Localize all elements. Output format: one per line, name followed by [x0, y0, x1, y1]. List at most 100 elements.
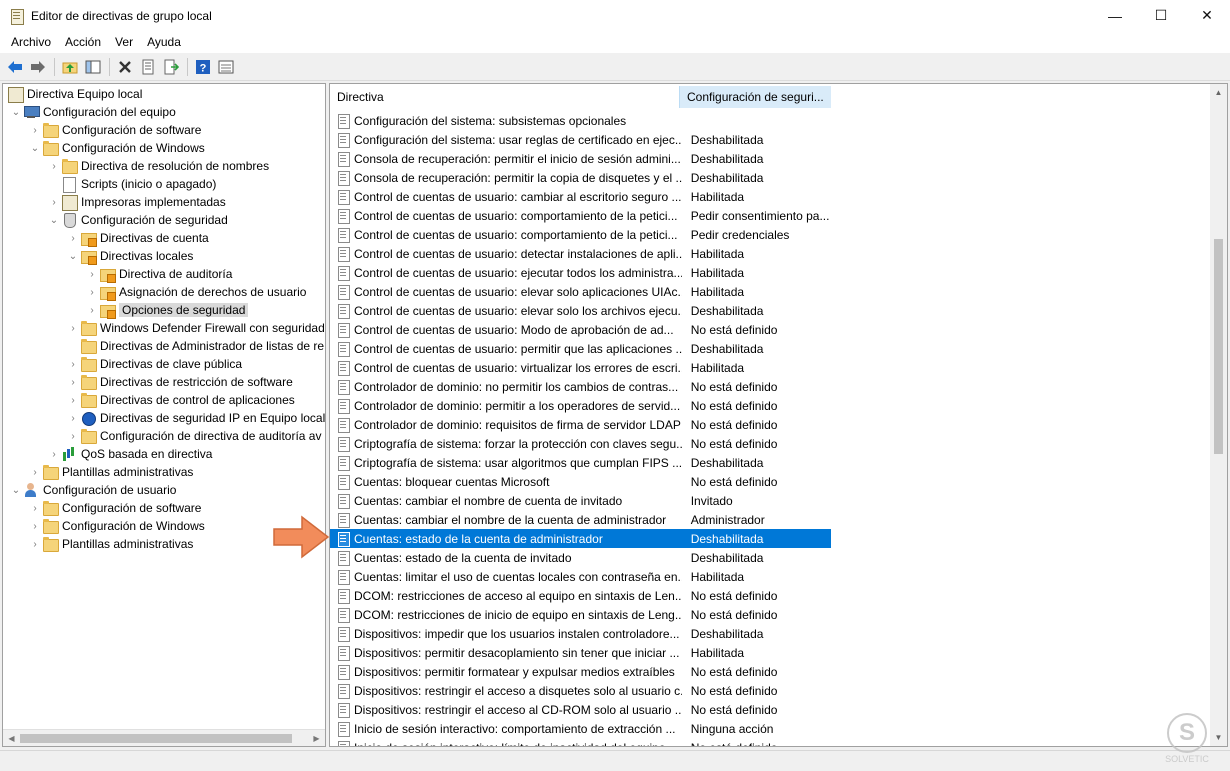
- tree-node[interactable]: Directivas de Administrador de listas de…: [66, 337, 324, 355]
- chevron-right-icon[interactable]: ›: [85, 283, 99, 301]
- menu-ver[interactable]: Ver: [108, 35, 140, 49]
- tree-node[interactable]: ⌄ Configuración de usuario: [9, 481, 176, 499]
- maximize-button[interactable]: ☐: [1138, 0, 1184, 31]
- policy-row[interactable]: Control de cuentas de usuario: Modo de a…: [330, 320, 831, 339]
- list-scroll-thumb[interactable]: [1214, 239, 1223, 454]
- policy-row[interactable]: Consola de recuperación: permitir la cop…: [330, 168, 831, 187]
- filter-button[interactable]: [215, 56, 237, 78]
- export-list-button[interactable]: [160, 56, 182, 78]
- policy-row[interactable]: DCOM: restricciones de acceso al equipo …: [330, 586, 831, 605]
- policy-row[interactable]: Control de cuentas de usuario: comportam…: [330, 225, 831, 244]
- policy-row[interactable]: Controlador de dominio: requisitos de fi…: [330, 415, 831, 434]
- chevron-right-icon[interactable]: ›: [28, 463, 42, 481]
- policy-row[interactable]: Consola de recuperación: permitir el ini…: [330, 149, 831, 168]
- tree-node[interactable]: › Configuración de Windows: [28, 517, 205, 535]
- properties-button[interactable]: [137, 56, 159, 78]
- tree-node[interactable]: Scripts (inicio o apagado): [47, 175, 216, 193]
- policy-row[interactable]: Control de cuentas de usuario: permitir …: [330, 339, 831, 358]
- policy-row[interactable]: Control de cuentas de usuario: detectar …: [330, 244, 831, 263]
- chevron-right-icon[interactable]: ›: [66, 391, 80, 409]
- policy-row[interactable]: Criptografía de sistema: forzar la prote…: [330, 434, 831, 453]
- menu-accion[interactable]: Acción: [58, 35, 108, 49]
- policy-row[interactable]: Inicio de sesión interactivo: límite de …: [330, 738, 831, 746]
- tree-node[interactable]: › Windows Defender Firewall con seguridad: [66, 319, 325, 337]
- chevron-right-icon[interactable]: ›: [66, 409, 80, 427]
- delete-button[interactable]: [114, 56, 136, 78]
- chevron-right-icon[interactable]: ›: [66, 229, 80, 247]
- chevron-right-icon[interactable]: ›: [28, 517, 42, 535]
- policy-row[interactable]: Control de cuentas de usuario: comportam…: [330, 206, 831, 225]
- close-button[interactable]: ✕: [1184, 0, 1230, 31]
- policy-row[interactable]: Control de cuentas de usuario: virtualiz…: [330, 358, 831, 377]
- forward-button[interactable]: [27, 56, 49, 78]
- column-header-policy[interactable]: Directiva: [330, 86, 678, 108]
- tree-node[interactable]: › Directivas de control de aplicaciones: [66, 391, 295, 409]
- tree-horizontal-scrollbar[interactable]: ◀ ▶: [3, 729, 325, 746]
- chevron-right-icon[interactable]: ›: [28, 499, 42, 517]
- chevron-down-icon[interactable]: ⌄: [28, 139, 42, 157]
- policy-row[interactable]: Control de cuentas de usuario: cambiar a…: [330, 187, 831, 206]
- policy-row[interactable]: Cuentas: estado de la cuenta de administ…: [330, 529, 831, 548]
- tree-node[interactable]: ⌄ Configuración del equipo: [9, 103, 176, 121]
- tree-node[interactable]: › Directivas de restricción de software: [66, 373, 293, 391]
- chevron-right-icon[interactable]: ›: [47, 445, 61, 463]
- policy-row[interactable]: Dispositivos: permitir formatear y expul…: [330, 662, 831, 681]
- chevron-right-icon[interactable]: ›: [66, 427, 80, 445]
- tree-node[interactable]: › Directiva de resolución de nombres: [47, 157, 269, 175]
- tree-node[interactable]: › Configuración de software: [28, 499, 201, 517]
- tree-node[interactable]: › Directivas de seguridad IP en Equipo lo…: [66, 409, 325, 427]
- chevron-right-icon[interactable]: ›: [85, 265, 99, 283]
- tree-node[interactable]: ⌄ Configuración de seguridad: [47, 211, 228, 229]
- policy-row[interactable]: Configuración del sistema: subsistemas o…: [330, 111, 831, 130]
- scroll-left-icon[interactable]: ◀: [3, 734, 20, 743]
- policy-row[interactable]: Control de cuentas de usuario: elevar so…: [330, 282, 831, 301]
- chevron-down-icon[interactable]: ⌄: [47, 211, 61, 229]
- tree-node[interactable]: › Asignación de derechos de usuario: [85, 283, 306, 301]
- policy-row[interactable]: Dispositivos: impedir que los usuarios i…: [330, 624, 831, 643]
- policy-row[interactable]: Inicio de sesión interactivo: comportami…: [330, 719, 831, 738]
- menu-archivo[interactable]: Archivo: [4, 35, 58, 49]
- up-level-button[interactable]: [59, 56, 81, 78]
- chevron-right-icon[interactable]: ›: [66, 373, 80, 391]
- tree-node[interactable]: › Opciones de seguridad: [85, 301, 249, 319]
- policy-row[interactable]: DCOM: restricciones de inicio de equipo …: [330, 605, 831, 624]
- policy-row[interactable]: Cuentas: limitar el uso de cuentas local…: [330, 567, 831, 586]
- tree-node[interactable]: › Directiva de auditoría: [85, 265, 232, 283]
- tree-node[interactable]: › Plantillas administrativas: [28, 463, 193, 481]
- policy-row[interactable]: Criptografía de sistema: usar algoritmos…: [330, 453, 831, 472]
- scroll-right-icon[interactable]: ▶: [308, 734, 325, 743]
- policy-row[interactable]: Cuentas: cambiar el nombre de la cuenta …: [330, 510, 831, 529]
- tree-scroll-thumb[interactable]: [20, 734, 292, 743]
- tree-node[interactable]: › Configuración de software: [28, 121, 201, 139]
- tree-node[interactable]: › Plantillas administrativas: [28, 535, 193, 553]
- policy-row[interactable]: Controlador de dominio: no permitir los …: [330, 377, 831, 396]
- policy-row[interactable]: Cuentas: bloquear cuentas Microsoft No es…: [330, 472, 831, 491]
- policy-row[interactable]: Dispositivos: permitir desacoplamiento s…: [330, 643, 831, 662]
- policy-row[interactable]: Dispositivos: restringir el acceso al CD…: [330, 700, 831, 719]
- chevron-right-icon[interactable]: ›: [28, 535, 42, 553]
- chevron-right-icon[interactable]: ›: [85, 301, 99, 319]
- chevron-right-icon[interactable]: ›: [66, 355, 80, 373]
- chevron-down-icon[interactable]: ⌄: [66, 247, 80, 265]
- tree-root[interactable]: Directiva Equipo local: [7, 85, 142, 103]
- chevron-down-icon[interactable]: ⌄: [9, 103, 23, 121]
- tree-node[interactable]: ⌄ Directivas locales: [66, 247, 193, 265]
- policy-row[interactable]: Configuración del sistema: usar reglas d…: [330, 130, 831, 149]
- tree-node[interactable]: › Configuración de directiva de auditoría…: [66, 427, 321, 445]
- policy-row[interactable]: Cuentas: estado de la cuenta de invitado…: [330, 548, 831, 567]
- tree-node[interactable]: › Impresoras implementadas: [47, 193, 226, 211]
- column-header-setting[interactable]: Configuración de seguri...: [679, 86, 831, 108]
- chevron-down-icon[interactable]: ⌄: [9, 481, 23, 499]
- chevron-right-icon[interactable]: ›: [28, 121, 42, 139]
- menu-ayuda[interactable]: Ayuda: [140, 35, 188, 49]
- minimize-button[interactable]: —: [1092, 0, 1138, 31]
- help-button[interactable]: ?: [192, 56, 214, 78]
- policy-row[interactable]: Control de cuentas de usuario: elevar so…: [330, 301, 831, 320]
- policy-row[interactable]: Control de cuentas de usuario: ejecutar …: [330, 263, 831, 282]
- tree-node[interactable]: › Directivas de clave pública: [66, 355, 242, 373]
- back-button[interactable]: [4, 56, 26, 78]
- chevron-right-icon[interactable]: ›: [47, 157, 61, 175]
- tree-node[interactable]: › Directivas de cuenta: [66, 229, 209, 247]
- list-vertical-scrollbar[interactable]: ▲ ▼: [1210, 84, 1227, 746]
- show-hide-tree-button[interactable]: [82, 56, 104, 78]
